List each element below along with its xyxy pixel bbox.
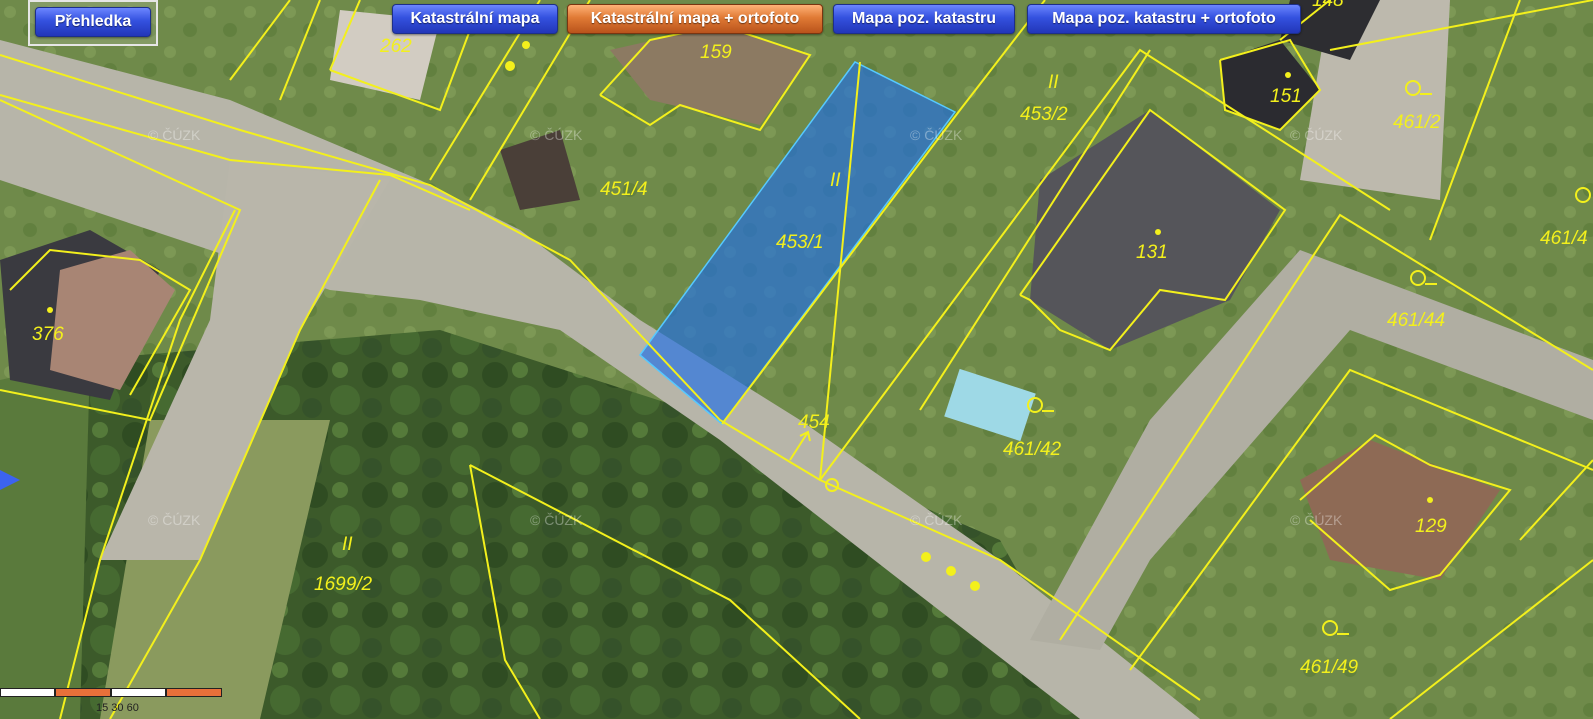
scale-bar [0, 688, 222, 697]
svg-text:© ČÚZK: © ČÚZK [1290, 127, 1343, 143]
svg-text:© ČÚZK: © ČÚZK [148, 512, 201, 528]
meadow-area [0, 360, 90, 719]
layer-land-map-button[interactable]: Mapa poz. katastru [833, 4, 1015, 34]
parcel-label: 1699/2 [314, 574, 373, 595]
svg-text:© ČÚZK: © ČÚZK [910, 127, 963, 143]
parcel-label: 129 [1415, 516, 1447, 537]
parcel-label: 461/4 [1540, 228, 1588, 249]
land-symbol: II [342, 534, 353, 555]
layer-cadastral-ortho-button[interactable]: Katastrální mapa + ortofoto [567, 4, 823, 34]
overview-frame: Přehledka [28, 0, 158, 46]
parcel-label: 159 [700, 42, 732, 63]
land-symbol: II [830, 170, 841, 191]
cadastral-map[interactable]: © ČÚZK © ČÚZK © ČÚZK © ČÚZK © ČÚZK © ČÚZ… [0, 0, 1593, 719]
scale-label: 15 30 60 [96, 702, 139, 714]
parcel-label: 461/42 [1003, 439, 1062, 460]
parcel-label: 461/49 [1300, 657, 1359, 678]
overview-button[interactable]: Přehledka [35, 7, 151, 37]
layer-land-ortho-button[interactable]: Mapa poz. katastru + ortofoto [1027, 4, 1301, 34]
parcel-label: 454 [798, 412, 830, 433]
parcel-label: 451/4 [600, 179, 648, 200]
parcel-label: 453/1 [776, 232, 824, 253]
land-symbol: II [1048, 72, 1059, 93]
parcel-label: 148 [1312, 0, 1344, 11]
svg-text:© ČÚZK: © ČÚZK [530, 512, 583, 528]
svg-text:© ČÚZK: © ČÚZK [910, 512, 963, 528]
parcel-label: 131 [1136, 242, 1168, 263]
parcel-label: 453/2 [1020, 104, 1068, 125]
parcel-label: 151 [1270, 86, 1302, 107]
parcel-label: 262 [379, 36, 412, 57]
parcel-label: 376 [32, 324, 64, 345]
layer-cadastral-map-button[interactable]: Katastrální mapa [392, 4, 558, 34]
parcel-label: 461/44 [1387, 310, 1445, 331]
svg-text:© ČÚZK: © ČÚZK [530, 127, 583, 143]
svg-text:© ČÚZK: © ČÚZK [1290, 512, 1343, 528]
parcel-label: 461/2 [1393, 112, 1441, 133]
arrow-right-icon[interactable] [0, 470, 20, 490]
svg-text:© ČÚZK: © ČÚZK [148, 127, 201, 143]
